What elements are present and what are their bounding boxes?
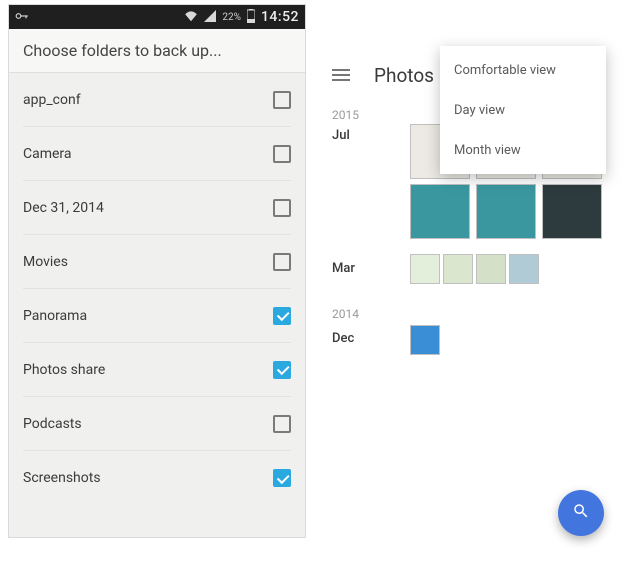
search-icon	[572, 502, 590, 524]
checkbox[interactable]	[273, 199, 291, 217]
view-menu: Comfortable view Day view Month view	[440, 46, 606, 174]
wifi-icon	[184, 10, 198, 25]
checkbox[interactable]	[273, 145, 291, 163]
folder-row[interactable]: app_conf	[23, 73, 291, 127]
photo-thumbnail[interactable]	[410, 184, 470, 239]
folder-row[interactable]: Screenshots	[23, 451, 291, 505]
backup-folders-screen: 22% 14:52 Choose folders to back up... a…	[8, 4, 306, 538]
month-label: Dec	[332, 331, 354, 346]
checkbox[interactable]	[273, 361, 291, 379]
photo-thumbnail[interactable]	[410, 254, 440, 284]
folder-label: app_conf	[23, 92, 81, 108]
key-icon	[15, 10, 29, 24]
status-bar: 22% 14:52	[9, 5, 305, 29]
month-label: Jul	[332, 128, 350, 143]
folder-row[interactable]: Panorama	[23, 289, 291, 343]
checkbox[interactable]	[273, 91, 291, 109]
folder-row[interactable]: Camera	[23, 127, 291, 181]
battery-pct: 22%	[222, 12, 241, 23]
folder-label: Camera	[23, 146, 72, 162]
photo-thumbnail[interactable]	[443, 254, 473, 284]
mar-thumbnails	[410, 254, 540, 284]
photos-title: Photos	[374, 64, 434, 87]
checkbox[interactable]	[273, 415, 291, 433]
page-title: Choose folders to back up...	[9, 29, 305, 73]
battery-icon	[247, 9, 255, 26]
photo-thumbnail[interactable]	[542, 184, 602, 239]
folder-row[interactable]: Movies	[23, 235, 291, 289]
photo-thumbnail[interactable]	[476, 184, 536, 239]
folder-label: Photos share	[23, 362, 105, 378]
clock: 14:52	[261, 9, 299, 25]
folder-label: Podcasts	[23, 416, 82, 432]
month-label: Mar	[332, 261, 355, 276]
folder-list: app_conf Camera Dec 31, 2014 Movies Pano…	[9, 73, 305, 505]
search-fab[interactable]	[558, 490, 604, 536]
checkbox[interactable]	[273, 253, 291, 271]
year-label: 2015	[332, 108, 359, 122]
folder-label: Movies	[23, 254, 68, 270]
folder-label: Screenshots	[23, 470, 101, 486]
folder-row[interactable]: Photos share	[23, 343, 291, 397]
folder-label: Panorama	[23, 308, 87, 324]
folder-row[interactable]: Dec 31, 2014	[23, 181, 291, 235]
photo-thumbnail[interactable]	[476, 254, 506, 284]
folder-label: Dec 31, 2014	[23, 200, 104, 216]
menu-item-comfortable[interactable]: Comfortable view	[440, 50, 606, 90]
photo-thumbnail[interactable]	[410, 325, 440, 355]
signal-icon	[204, 10, 216, 25]
checkbox[interactable]	[273, 469, 291, 487]
year-label: 2014	[332, 307, 359, 321]
menu-item-month[interactable]: Month view	[440, 130, 606, 170]
hamburger-icon[interactable]	[332, 69, 350, 81]
photos-screen: Photos 2015 Jul Mar 2014 Dec Comfortable…	[314, 4, 622, 560]
checkbox[interactable]	[273, 307, 291, 325]
photo-thumbnail[interactable]	[509, 254, 539, 284]
menu-item-day[interactable]: Day view	[440, 90, 606, 130]
folder-row[interactable]: Podcasts	[23, 397, 291, 451]
